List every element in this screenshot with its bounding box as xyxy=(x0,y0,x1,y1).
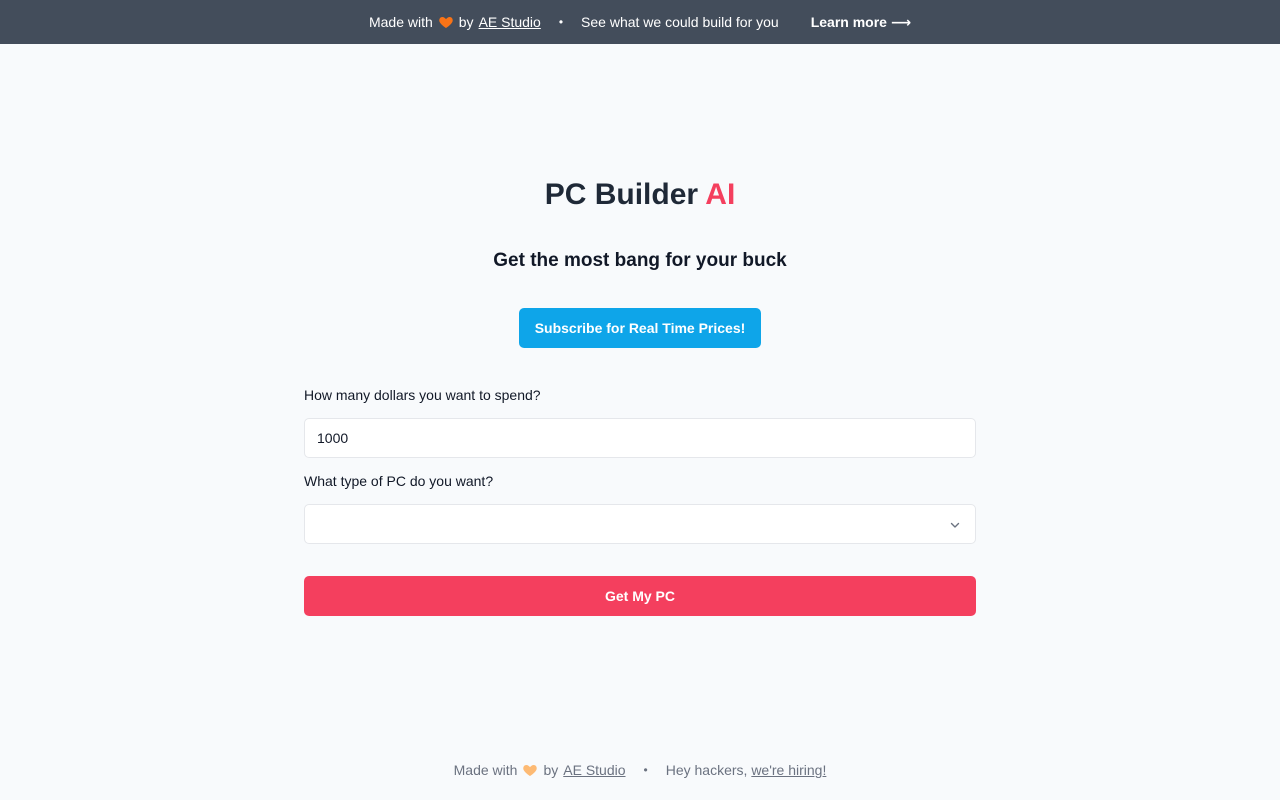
budget-input-value: 1000 xyxy=(317,430,349,446)
banner-ae-studio-link[interactable]: AE Studio xyxy=(479,14,541,30)
footer-made-with: Made with by AE Studio xyxy=(454,762,626,778)
budget-label: How many dollars you want to spend? xyxy=(304,387,541,403)
heart-icon xyxy=(439,17,453,28)
banner-separator: • xyxy=(558,15,564,29)
heart-icon xyxy=(523,765,538,776)
banner-pitch-text: See what we could build for you xyxy=(581,14,779,30)
hiring-link[interactable]: we're hiring! xyxy=(751,762,826,778)
banner-by-text: by xyxy=(458,14,474,30)
pc-type-select[interactable] xyxy=(304,504,976,544)
footer-hiring-prefix: Hey hackers, xyxy=(665,762,748,778)
budget-input[interactable]: 1000 xyxy=(304,418,976,458)
footer-ae-studio-link[interactable]: AE Studio xyxy=(563,762,625,778)
learn-more-link[interactable]: Learn more ⟶ xyxy=(811,14,911,31)
page-title: PC Builder AI xyxy=(0,178,1280,212)
footer-by-text: by xyxy=(543,762,559,778)
title-main: PC Builder xyxy=(544,178,699,211)
pc-type-label: What type of PC do you want? xyxy=(304,473,494,489)
arrow-right-icon: ⟶ xyxy=(890,13,912,30)
title-accent: AI xyxy=(705,178,736,211)
subscribe-button[interactable]: Subscribe for Real Time Prices! xyxy=(519,308,761,348)
footer-made-with-text: Made with xyxy=(453,762,518,778)
footer-separator: • xyxy=(643,763,648,777)
page-subtitle: Get the most bang for your buck xyxy=(493,250,787,271)
top-banner: Made with by AE Studio • See what we cou… xyxy=(0,0,1280,44)
banner-made-with-text: Made with xyxy=(368,14,433,30)
learn-more-label: Learn more xyxy=(810,14,887,30)
footer: Made with by AE Studio • Hey hackers, we… xyxy=(0,760,1280,780)
banner-made-with: Made with by AE Studio xyxy=(369,14,541,30)
get-my-pc-button[interactable]: Get My PC xyxy=(304,576,976,616)
chevron-down-icon xyxy=(950,522,960,528)
